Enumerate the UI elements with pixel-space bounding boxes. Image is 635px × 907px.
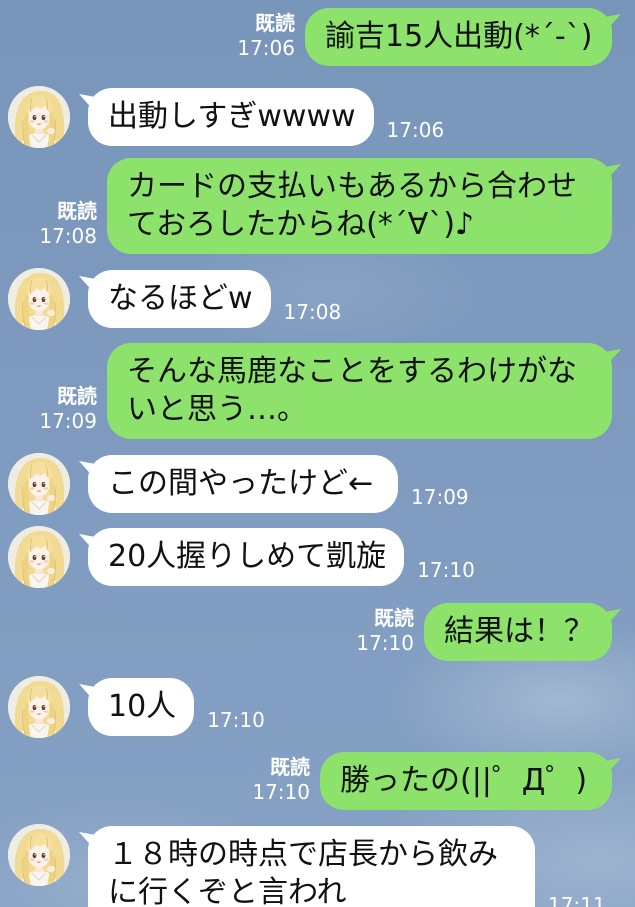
- timestamp: 17:09: [39, 409, 97, 433]
- avatar[interactable]: [8, 526, 70, 588]
- message-bubble[interactable]: 結果は！？: [424, 603, 612, 661]
- message-text: 10人: [108, 689, 177, 724]
- timestamp: 17:06: [386, 118, 445, 142]
- avatar-image: [8, 453, 70, 515]
- avatar-image: [8, 526, 70, 588]
- timestamp: 17:10: [252, 780, 310, 804]
- message-content: 出動しすぎwwww 17:06: [88, 88, 444, 146]
- avatar-image: [8, 676, 70, 738]
- message-text: ておろしたからね(*´∀`)♪: [127, 207, 475, 242]
- timestamp: 17:11: [548, 893, 606, 907]
- avatar-image: [8, 86, 70, 148]
- message-text: なるほどw: [108, 281, 253, 316]
- message-text: 20人握りしめて凱旋: [108, 539, 387, 574]
- message-bubble[interactable]: １８時の時点で店長から飲み に行くぞと言われ: [88, 826, 535, 907]
- message-row-sent: 既読 17:06 諭吉15人出動(*´-`): [237, 8, 612, 66]
- message-bubble[interactable]: この間やったけど←: [88, 455, 398, 513]
- message-row-received: 10人 17:10: [8, 676, 265, 738]
- avatar[interactable]: [8, 86, 70, 148]
- message-row-received: なるほどw 17:08: [8, 268, 341, 330]
- timestamp: 17:10: [417, 558, 475, 582]
- message-text: 出動しすぎwwww: [108, 99, 356, 134]
- message-row-sent: 既読 17:09 そんな馬鹿なことをするわけがな いと思う…。: [39, 343, 612, 439]
- read-receipt: 既読: [57, 384, 97, 408]
- message-text: 諭吉15人出動(*´-`): [325, 19, 593, 54]
- timestamp: 17:10: [207, 708, 265, 732]
- read-receipt: 既読: [270, 755, 310, 779]
- message-text: 結果は！？: [444, 614, 594, 649]
- timestamp: 17:08: [39, 224, 97, 248]
- avatar[interactable]: [8, 268, 70, 330]
- message-bubble[interactable]: 出動しすぎwwww: [88, 88, 374, 146]
- message-text: １８時の時点で店長から飲み: [108, 837, 498, 872]
- message-bubble[interactable]: 勝ったの(||゜Д゜): [320, 752, 612, 810]
- avatar-image: [8, 824, 70, 886]
- timestamp: 17:06: [237, 36, 295, 60]
- message-meta: 既読 17:10: [356, 606, 414, 656]
- timestamp: 17:10: [356, 631, 414, 655]
- message-bubble[interactable]: なるほどw: [88, 270, 271, 328]
- message-bubble[interactable]: そんな馬鹿なことをするわけがな いと思う…。: [107, 343, 612, 439]
- message-content: なるほどw 17:08: [88, 270, 341, 328]
- timestamp: 17:08: [283, 300, 342, 324]
- message-row-received: この間やったけど← 17:09: [8, 453, 469, 515]
- message-text: カードの支払いもあるから合わせ: [127, 169, 577, 204]
- message-text: そんな馬鹿なことをするわけがな: [127, 354, 577, 389]
- message-row-received: １８時の時点で店長から飲み に行くぞと言われ 17:11: [8, 824, 606, 907]
- message-row-received: 20人握りしめて凱旋 17:10: [8, 526, 475, 588]
- avatar-image: [8, 268, 70, 330]
- avatar[interactable]: [8, 453, 70, 515]
- message-content: １８時の時点で店長から飲み に行くぞと言われ 17:11: [88, 826, 606, 907]
- message-meta: 既読 17:10: [252, 755, 310, 805]
- message-row-received: 出動しすぎwwww 17:06: [8, 86, 444, 148]
- read-receipt: 既読: [255, 11, 295, 35]
- message-bubble[interactable]: 諭吉15人出動(*´-`): [305, 8, 612, 66]
- read-receipt: 既読: [57, 199, 97, 223]
- message-bubble[interactable]: 20人握りしめて凱旋: [88, 528, 405, 586]
- message-row-sent: 既読 17:08 カードの支払いもあるから合わせ ておろしたからね(*´∀`)♪: [39, 158, 612, 254]
- message-content: この間やったけど← 17:09: [88, 455, 469, 513]
- message-row-sent: 既読 17:10 結果は！？: [356, 603, 612, 661]
- message-bubble[interactable]: カードの支払いもあるから合わせ ておろしたからね(*´∀`)♪: [107, 158, 612, 254]
- message-text: いと思う…。: [127, 392, 307, 427]
- message-text: 勝ったの(||゜Д゜): [340, 763, 588, 798]
- message-meta: 既読 17:06: [237, 11, 295, 61]
- avatar[interactable]: [8, 824, 70, 886]
- message-meta: 既読 17:08: [39, 199, 97, 249]
- timestamp: 17:09: [411, 485, 469, 509]
- message-row-sent: 既読 17:10 勝ったの(||゜Д゜): [252, 752, 612, 810]
- message-text: この間やったけど←: [108, 466, 374, 501]
- message-bubble[interactable]: 10人: [88, 678, 195, 736]
- message-content: 10人 17:10: [88, 678, 265, 736]
- read-receipt: 既読: [374, 606, 414, 630]
- avatar[interactable]: [8, 676, 70, 738]
- chat-area[interactable]: 既読 17:06 諭吉15人出動(*´-`) 出動しすぎwwww 17:06 既…: [0, 0, 635, 907]
- message-text: に行くぞと言われ: [108, 875, 347, 907]
- message-meta: 既読 17:09: [39, 384, 97, 434]
- message-content: 20人握りしめて凱旋 17:10: [88, 528, 475, 586]
